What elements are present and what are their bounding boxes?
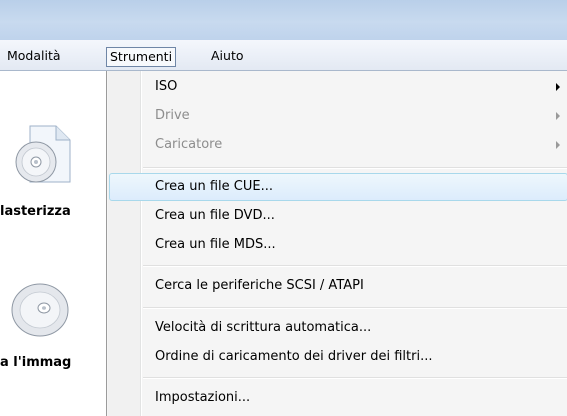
menu-item-label: Crea un file MDS... xyxy=(155,237,276,252)
menu-item-drive[interactable]: Drive xyxy=(109,102,567,130)
menu-separator xyxy=(143,377,567,379)
menu-item-crea-dvd[interactable]: Crea un file DVD... xyxy=(109,202,567,230)
application-window: Modalità Strumenti Aiuto lasterizza a l'… xyxy=(0,0,567,416)
menu-item-label: Ordine di caricamento dei driver dei fil… xyxy=(155,349,433,364)
menu-item-label: Drive xyxy=(155,108,190,123)
menu-item-crea-cue[interactable]: Crea un file CUE... xyxy=(109,173,567,201)
menu-item-iso[interactable]: ISO xyxy=(109,73,567,101)
disc-icon[interactable] xyxy=(8,280,72,340)
menu-item-cerca-periferiche[interactable]: Cerca le periferiche SCSI / ATAPI xyxy=(109,272,567,300)
menu-separator xyxy=(143,167,567,169)
menu-item-label: Crea un file CUE... xyxy=(155,179,273,194)
image-label: a l'immag xyxy=(0,355,72,370)
menu-modalita[interactable]: Modalità xyxy=(4,48,64,66)
menu-item-label: Velocità di scrittura automatica... xyxy=(155,320,372,335)
submenu-arrow-icon xyxy=(556,112,560,120)
title-bar xyxy=(0,0,567,40)
menu-item-ordine-caricamento[interactable]: Ordine di caricamento dei driver dei fil… xyxy=(109,343,567,371)
disc-icon[interactable] xyxy=(14,124,76,186)
burn-label: lasterizza xyxy=(0,204,71,219)
menu-strumenti[interactable]: Strumenti xyxy=(106,47,177,67)
menu-item-label: Crea un file DVD... xyxy=(155,208,275,223)
left-panel: lasterizza a l'immag xyxy=(0,72,106,416)
menu-item-label: Caricatore xyxy=(155,137,223,152)
menu-item-caricatore[interactable]: Caricatore xyxy=(109,131,567,159)
menu-separator xyxy=(143,307,567,309)
menu-item-velocita-scrittura[interactable]: Velocità di scrittura automatica... xyxy=(109,314,567,342)
menu-item-label: Impostazioni... xyxy=(155,390,251,405)
menu-aiuto[interactable]: Aiuto xyxy=(208,48,247,66)
submenu-arrow-icon xyxy=(556,83,560,91)
menu-item-crea-mds[interactable]: Crea un file MDS... xyxy=(109,231,567,259)
strumenti-dropdown-menu: ISO Drive Caricatore Crea un file CUE...… xyxy=(106,71,567,416)
menu-item-impostazioni[interactable]: Impostazioni... xyxy=(109,384,567,412)
menu-separator xyxy=(143,265,567,267)
menu-bar: Modalità Strumenti Aiuto xyxy=(0,40,567,71)
submenu-arrow-icon xyxy=(556,141,560,149)
menu-item-label: ISO xyxy=(155,79,178,94)
menu-item-label: Cerca le periferiche SCSI / ATAPI xyxy=(155,278,364,293)
